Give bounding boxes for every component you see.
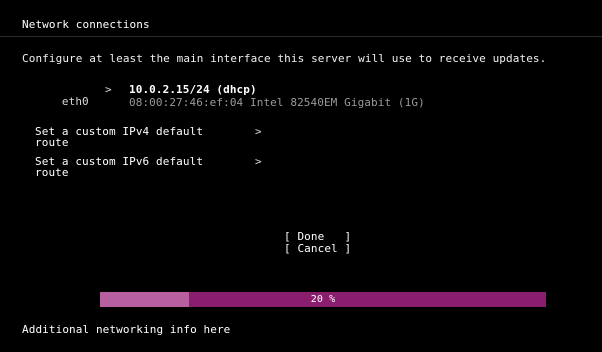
ipv4-route-arrow-icon: > (255, 125, 262, 138)
ipv4-route-label: Set a custom IPv4 default route (35, 125, 204, 149)
progress-percent-text: 20 % (310, 294, 336, 305)
footer-info-text: Additional networking info here (22, 323, 231, 336)
ipv6-route-label: Set a custom IPv6 default route (35, 155, 204, 179)
interface-name: eth0 (61, 95, 89, 108)
interface-address: 10.0.2.15/24 (dhcp) (129, 83, 257, 96)
ipv4-default-route-item[interactable]: Set a custom IPv4 default route > (35, 125, 275, 149)
installer-screen: Network connections Configure at least t… (0, 0, 602, 352)
cancel-button[interactable]: [ Cancel ] (284, 243, 351, 255)
title-divider (0, 36, 602, 37)
ipv6-route-arrow-icon: > (255, 155, 262, 168)
interface-hardware-detail: 08:00:27:46:ef:04 Intel 82540EM Gigabit … (129, 96, 425, 109)
instructions-text: Configure at least the main interface th… (22, 52, 547, 65)
progress-bar: 20 % (100, 292, 546, 307)
interface-submenu-arrow-icon: > (105, 83, 112, 96)
page-title: Network connections (22, 18, 150, 31)
ipv6-default-route-item[interactable]: Set a custom IPv6 default route > (35, 155, 275, 179)
